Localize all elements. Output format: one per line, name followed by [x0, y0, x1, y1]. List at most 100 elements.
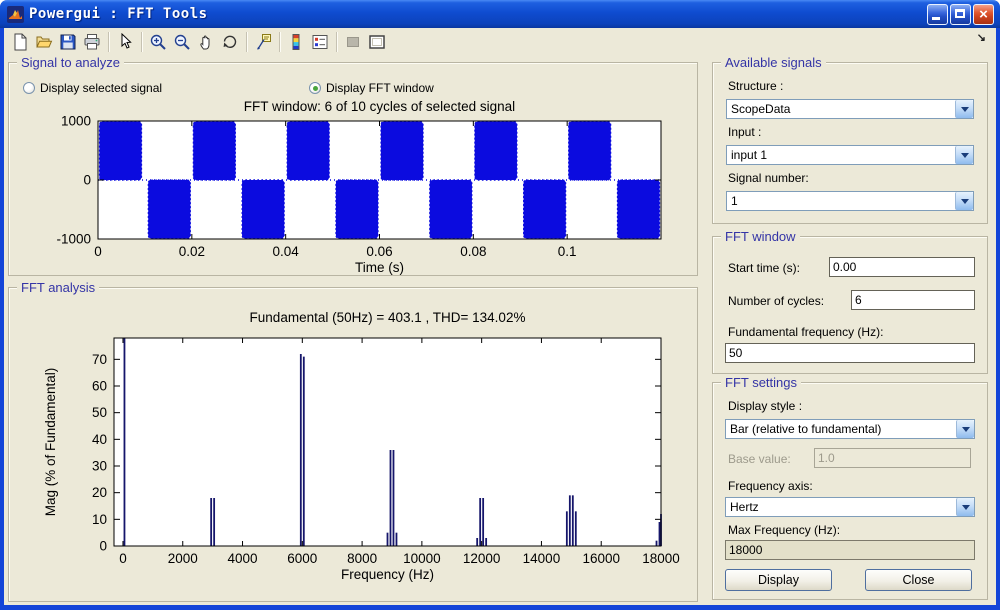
toolbar-overflow-icon[interactable]: ↘: [977, 31, 986, 44]
svg-text:Fundamental (50Hz) = 403.1 , T: Fundamental (50Hz) = 403.1 , THD= 134.02…: [250, 310, 526, 325]
svg-text:0: 0: [94, 244, 102, 259]
chevron-down-icon: [956, 498, 974, 516]
chevron-down-icon: [956, 420, 974, 438]
fundamental-frequency-input[interactable]: [725, 343, 975, 363]
input-value: input 1: [727, 146, 955, 164]
svg-text:0.1: 0.1: [558, 244, 577, 259]
chevron-down-icon: [955, 100, 973, 118]
maximize-button[interactable]: [950, 4, 971, 25]
close-icon[interactable]: ×: [973, 4, 994, 25]
fundamental-frequency-label: Fundamental frequency (Hz):: [728, 325, 883, 339]
svg-text:0: 0: [119, 551, 127, 566]
hide-plot-tools-icon: [341, 30, 365, 53]
powergui-fft-tools-window: Powergui : FFT Tools ×: [0, 0, 1000, 610]
frequency-axis-label: Frequency axis:: [728, 479, 813, 493]
svg-text:0: 0: [83, 173, 91, 188]
signal-number-dropdown[interactable]: 1: [726, 191, 974, 211]
signal-to-analyze-group: Signal to analyze Display selected signa…: [8, 62, 698, 276]
data-cursor-icon[interactable]: [251, 30, 275, 53]
pointer-icon[interactable]: [113, 30, 137, 53]
svg-text:16000: 16000: [582, 551, 620, 566]
signal-number-label: Signal number:: [728, 171, 809, 185]
svg-text:12000: 12000: [463, 551, 501, 566]
input-dropdown[interactable]: input 1: [726, 145, 974, 165]
rotate-3d-icon[interactable]: [218, 30, 242, 53]
available-signals-group: Available signals Structure : ScopeData …: [712, 62, 988, 224]
svg-text:Time (s): Time (s): [355, 260, 404, 275]
max-frequency-label: Max Frequency (Hz):: [728, 523, 840, 537]
number-of-cycles-label: Number of cycles:: [728, 294, 824, 308]
toolbar-separator: [141, 32, 142, 52]
base-value-input: [814, 448, 971, 468]
svg-text:0.08: 0.08: [460, 244, 486, 259]
svg-text:14000: 14000: [523, 551, 561, 566]
toolbar-separator: [336, 32, 337, 52]
print-icon[interactable]: [80, 30, 104, 53]
fft-spectrum-plot: Fundamental (50Hz) = 403.1 , THD= 134.02…: [9, 288, 697, 601]
open-file-icon[interactable]: [32, 30, 56, 53]
minimize-button[interactable]: [927, 4, 948, 25]
pan-hand-icon[interactable]: [194, 30, 218, 53]
group-label: FFT window: [721, 229, 800, 244]
chevron-down-icon: [955, 146, 973, 164]
matlab-icon: [7, 6, 24, 23]
svg-text:30: 30: [92, 459, 107, 474]
structure-value: ScopeData: [727, 100, 955, 118]
fft-analysis-group: FFT analysis Fundamental (50Hz) = 403.1 …: [8, 287, 698, 602]
start-time-label: Start time (s):: [728, 261, 800, 275]
display-button[interactable]: Display: [725, 569, 832, 591]
display-style-value: Bar (relative to fundamental): [726, 420, 956, 438]
svg-text:60: 60: [92, 379, 107, 394]
fft-settings-group: FFT settings Display style : Bar (relati…: [712, 382, 988, 600]
svg-text:Mag (% of Fundamental): Mag (% of Fundamental): [43, 368, 58, 517]
zoom-in-icon[interactable]: [146, 30, 170, 53]
base-value-label: Base value:: [728, 452, 791, 466]
svg-text:8000: 8000: [347, 551, 377, 566]
window-title: Powergui : FFT Tools: [29, 6, 208, 22]
svg-text:4000: 4000: [228, 551, 258, 566]
fft-window-group: FFT window Start time (s): Number of cyc…: [712, 236, 988, 374]
show-plot-tools-icon[interactable]: [365, 30, 389, 53]
svg-text:FFT window: 6 of 10 cycles of: FFT window: 6 of 10 cycles of selected s…: [244, 99, 515, 114]
svg-text:-1000: -1000: [56, 232, 91, 247]
input-label: Input :: [728, 125, 761, 139]
signal-number-value: 1: [727, 192, 955, 210]
chevron-down-icon: [955, 192, 973, 210]
toolbar: ↘: [4, 28, 996, 55]
svg-text:10: 10: [92, 512, 107, 527]
svg-text:70: 70: [92, 352, 107, 367]
svg-text:Frequency (Hz): Frequency (Hz): [341, 567, 434, 582]
svg-text:1000: 1000: [61, 114, 91, 129]
group-label: Available signals: [721, 55, 826, 70]
frequency-axis-value: Hertz: [726, 498, 956, 516]
toolbar-separator: [246, 32, 247, 52]
svg-text:0.04: 0.04: [273, 244, 300, 259]
svg-text:50: 50: [92, 405, 107, 420]
svg-text:2000: 2000: [168, 551, 198, 566]
close-button[interactable]: Close: [865, 569, 972, 591]
svg-text:0: 0: [99, 539, 107, 554]
new-file-icon[interactable]: [8, 30, 32, 53]
toolbar-separator: [279, 32, 280, 52]
number-of-cycles-input[interactable]: [851, 290, 975, 310]
svg-text:0.02: 0.02: [179, 244, 205, 259]
toolbar-separator: [108, 32, 109, 52]
zoom-out-icon[interactable]: [170, 30, 194, 53]
insert-colorbar-icon[interactable]: [284, 30, 308, 53]
insert-legend-icon[interactable]: [308, 30, 332, 53]
svg-text:40: 40: [92, 432, 107, 447]
start-time-input[interactable]: [829, 257, 975, 277]
save-icon[interactable]: [56, 30, 80, 53]
max-frequency-input[interactable]: [725, 540, 975, 560]
title-bar[interactable]: Powergui : FFT Tools ×: [0, 0, 1000, 28]
svg-text:10000: 10000: [403, 551, 441, 566]
structure-dropdown[interactable]: ScopeData: [726, 99, 974, 119]
group-label: FFT settings: [721, 375, 801, 390]
svg-text:18000: 18000: [642, 551, 680, 566]
display-style-label: Display style :: [728, 399, 802, 413]
svg-text:6000: 6000: [287, 551, 317, 566]
svg-text:0.06: 0.06: [366, 244, 392, 259]
display-style-dropdown[interactable]: Bar (relative to fundamental): [725, 419, 975, 439]
svg-text:20: 20: [92, 485, 107, 500]
frequency-axis-dropdown[interactable]: Hertz: [725, 497, 975, 517]
